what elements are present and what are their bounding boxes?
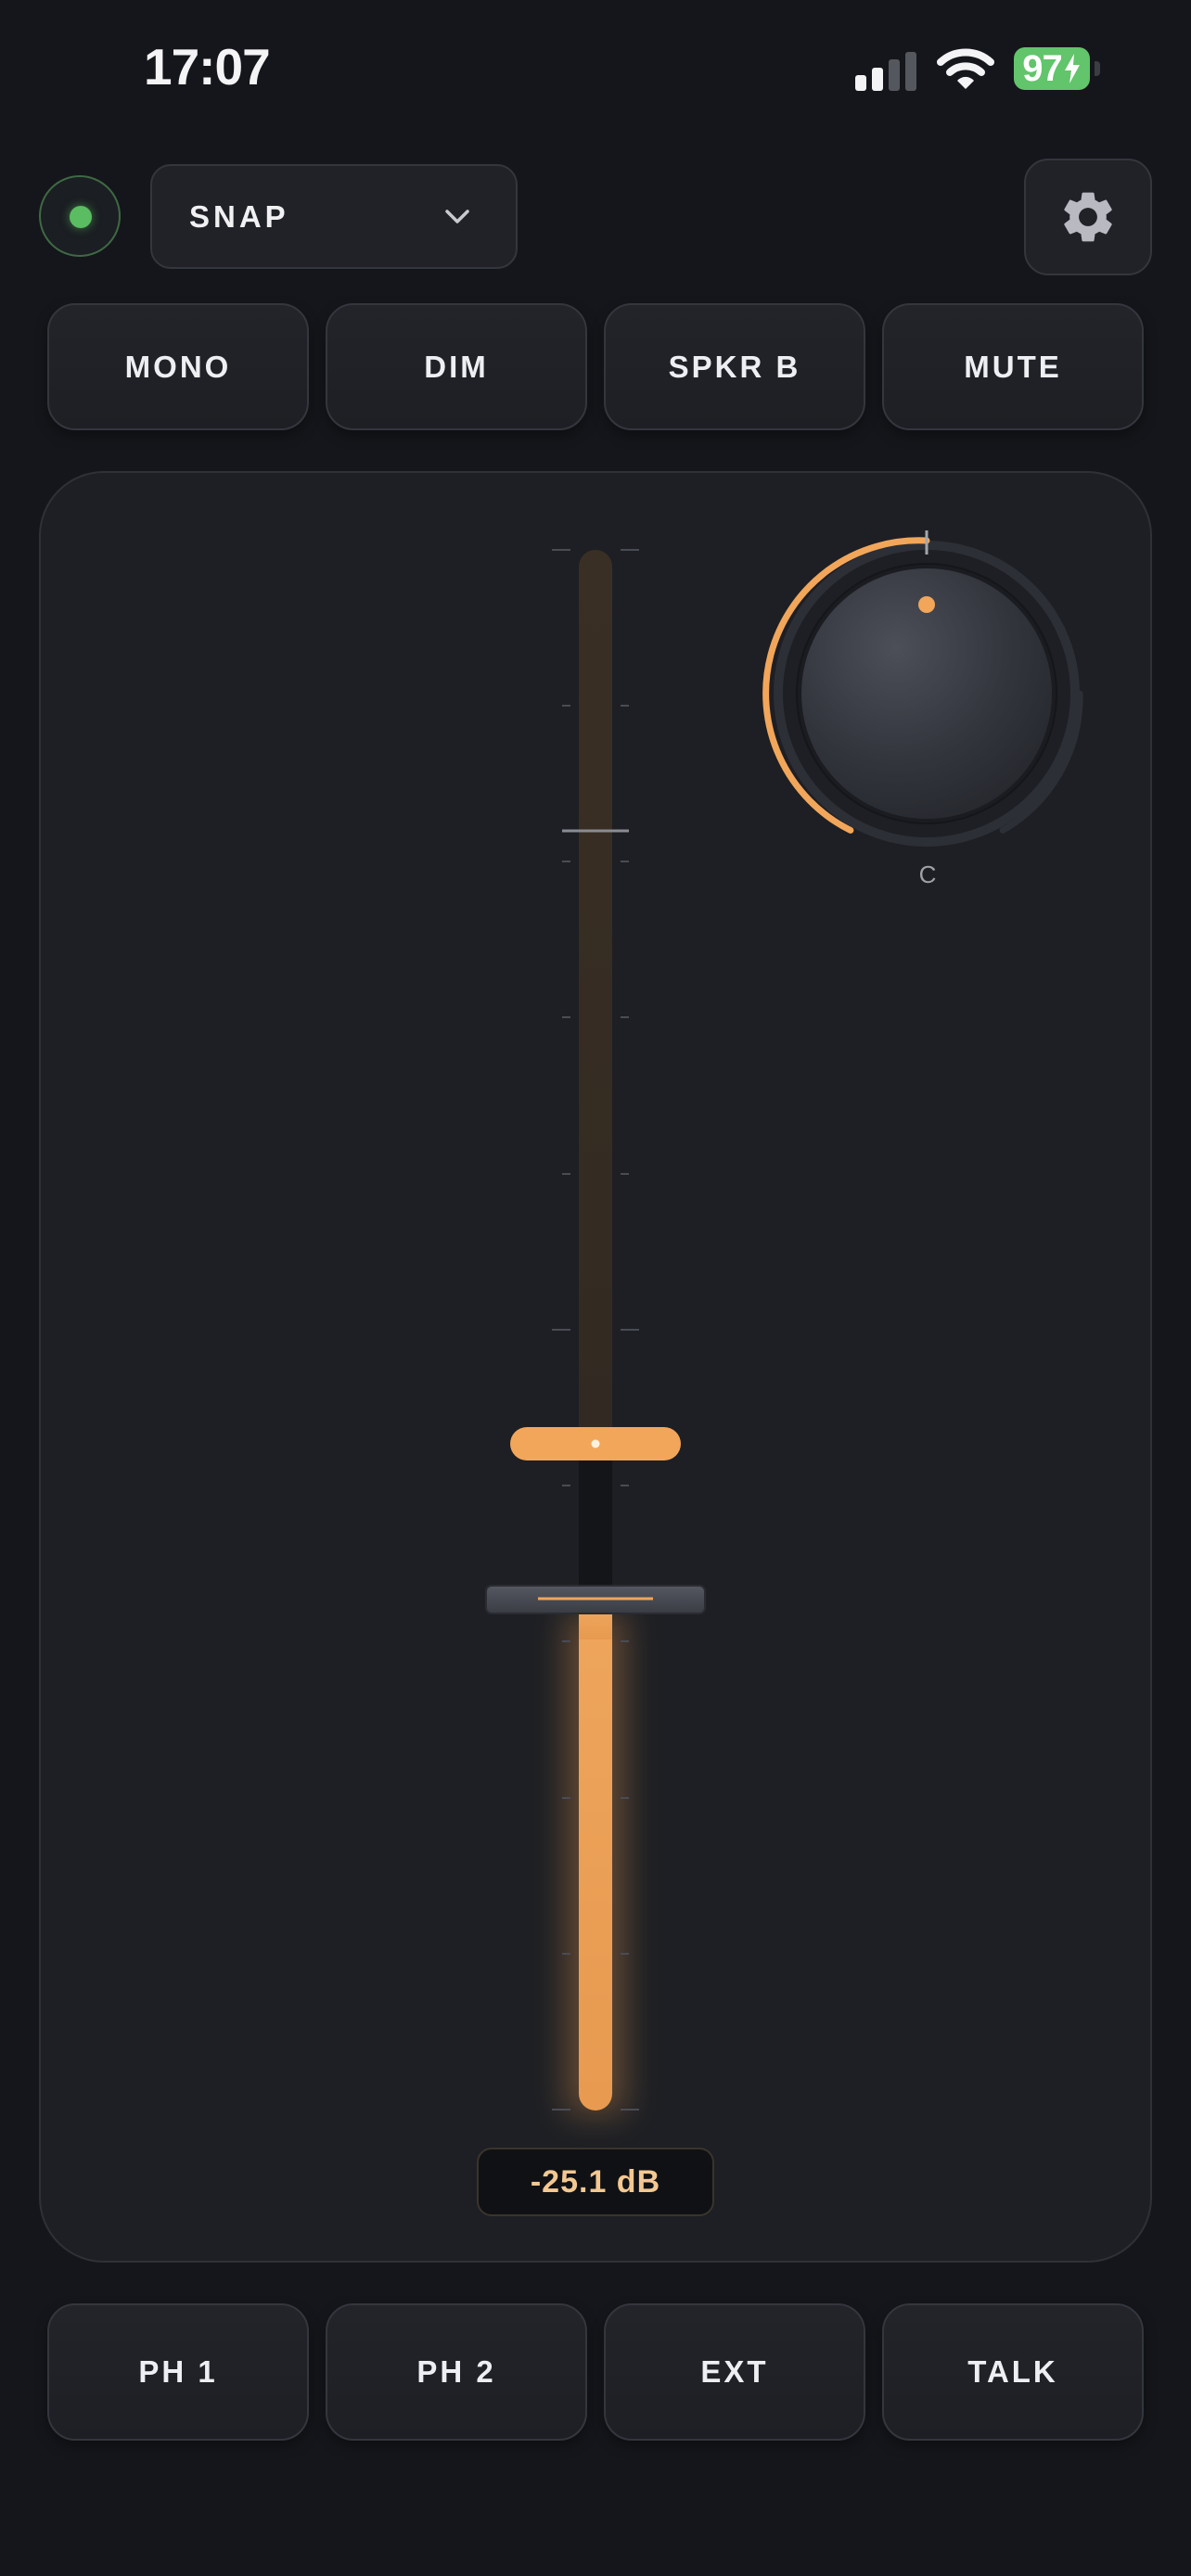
fader-level-fill-top [579, 1612, 612, 1639]
pan-knob[interactable] [762, 530, 1083, 847]
fader-track-gap [579, 1460, 612, 1586]
external-input-button[interactable]: EXT [604, 2303, 865, 2441]
phones-1-button[interactable]: PH 1 [47, 2303, 309, 2441]
pan-knob-label: C [918, 861, 937, 888]
knob-indicator-dot [918, 596, 935, 613]
peak-marker-dot [591, 1439, 600, 1448]
talkback-button[interactable]: TALK [882, 2303, 1144, 2441]
fader-level-fill[interactable] [579, 1612, 612, 2111]
fader-db-readout: -25.1 dB [477, 2148, 714, 2216]
phones-2-button[interactable]: PH 2 [326, 2303, 587, 2441]
